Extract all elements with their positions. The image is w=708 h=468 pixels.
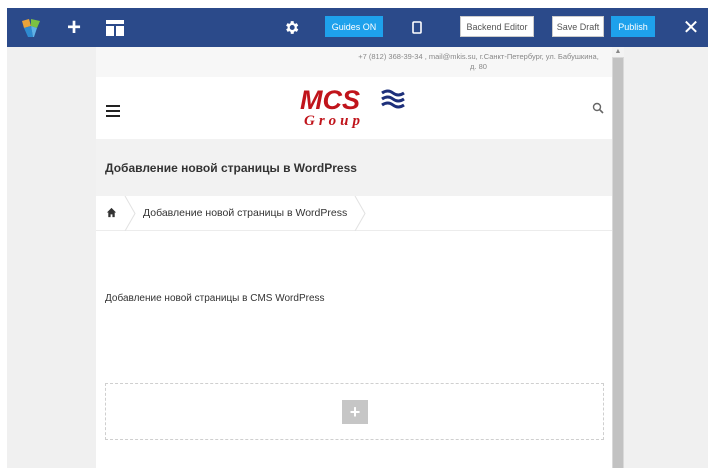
save-draft-button[interactable]: Save Draft	[552, 16, 604, 37]
page-scrollbar[interactable]: ▲	[612, 47, 624, 468]
site-topbar: +7 (812) 368-39-34 , mail@mkis.su, г.Сан…	[96, 47, 612, 77]
content-text[interactable]: Добавление новой страницы в CMS WordPres…	[105, 293, 325, 304]
logo-subtext: Group	[304, 113, 365, 129]
logo-text: MCS	[300, 85, 360, 115]
breadcrumb: Добавление новой страницы в WordPress	[96, 196, 612, 231]
home-icon[interactable]	[106, 207, 117, 218]
close-icon[interactable]: ✕	[679, 8, 703, 47]
gear-icon[interactable]	[279, 8, 303, 47]
scroll-up-arrow-icon[interactable]: ▲	[612, 47, 624, 57]
guides-toggle-button[interactable]: Guides ON	[325, 16, 383, 37]
site-header: MCS Group	[96, 77, 612, 139]
layout-icon[interactable]	[103, 8, 127, 47]
breadcrumb-separator	[124, 196, 136, 231]
add-row-area[interactable]: +	[105, 383, 604, 440]
publish-button[interactable]: Publish	[611, 16, 655, 37]
page-title-bar: Добавление новой страницы в WordPress	[96, 139, 612, 196]
page-preview: +7 (812) 368-39-34 , mail@mkis.su, г.Сан…	[96, 47, 612, 468]
logo-waves-icon	[381, 89, 405, 109]
mobile-preview-icon[interactable]	[407, 8, 427, 47]
contact-info: +7 (812) 368-39-34 , mail@mkis.su, г.Сан…	[358, 52, 599, 71]
canvas-margin-right	[624, 47, 708, 468]
breadcrumb-separator	[354, 196, 366, 231]
add-row-button[interactable]: +	[342, 400, 368, 424]
scroll-thumb[interactable]	[613, 58, 623, 468]
site-logo[interactable]: MCS Group	[300, 85, 410, 133]
vc-logo-icon[interactable]	[16, 8, 46, 47]
backend-editor-button[interactable]: Backend Editor	[460, 16, 534, 37]
menu-icon[interactable]	[106, 105, 120, 117]
canvas-margin-left	[7, 47, 96, 468]
search-icon[interactable]	[592, 102, 604, 114]
editor-toolbar: + Guides ON Backend Editor Save Draft Pu…	[7, 8, 708, 47]
breadcrumb-item-current: Добавление новой страницы в WordPress	[143, 207, 348, 219]
add-element-icon[interactable]: +	[62, 8, 86, 47]
page-title: Добавление новой страницы в WordPress	[105, 161, 357, 175]
